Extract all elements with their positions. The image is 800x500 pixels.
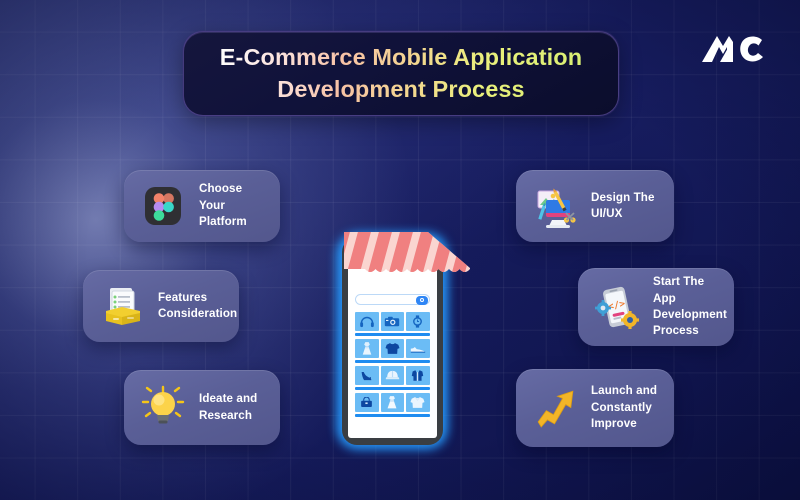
- polo-shirt-icon[interactable]: [406, 393, 430, 412]
- jacket-icon[interactable]: [406, 366, 430, 385]
- step-card-label: Features Consideration: [158, 290, 238, 320]
- tshirt-icon[interactable]: [380, 339, 405, 358]
- step-card-features-consideration[interactable]: Features Consideration: [83, 270, 239, 342]
- step-card-ideate-and-research[interactable]: Ideate and Research: [124, 370, 280, 445]
- product-row: [355, 393, 430, 412]
- row-divider: [355, 414, 430, 417]
- shoe-icon[interactable]: [406, 339, 430, 358]
- product-row: [355, 312, 430, 331]
- row-divider: [355, 387, 430, 390]
- step-card-label: Choose Your Platform: [199, 182, 247, 229]
- step-card-label: Launch and Constantly Improve: [591, 384, 658, 431]
- ecommerce-app-mockup: [333, 232, 470, 450]
- design-monitor-icon: [529, 180, 581, 232]
- search-icon[interactable]: [416, 296, 428, 305]
- step-card-start-the-app-development[interactable]: </> Start The App Development Process: [578, 268, 734, 346]
- mc-brand-logo: [700, 32, 766, 66]
- watch-icon[interactable]: [406, 312, 430, 331]
- row-divider: [355, 360, 430, 363]
- gown-icon[interactable]: [380, 393, 405, 412]
- infographic-canvas: E-Commerce Mobile Application Developmen…: [0, 0, 800, 500]
- page-title: E-Commerce Mobile Application Developmen…: [220, 42, 582, 105]
- product-row: [355, 339, 430, 358]
- high-heel-icon[interactable]: [355, 366, 379, 385]
- dress-icon[interactable]: [355, 339, 379, 358]
- growth-arrow-icon: [529, 382, 581, 434]
- product-row: [355, 366, 430, 385]
- step-card-label: Design The UI/UX: [591, 190, 655, 220]
- step-card-design-the-ui-ux[interactable]: Design The UI/UX: [516, 170, 674, 242]
- lightbulb-icon: [137, 382, 189, 434]
- step-card-label: Ideate and Research: [199, 392, 258, 422]
- step-card-label: Start The App Development Process: [653, 275, 727, 338]
- documents-box-icon: [96, 280, 148, 332]
- cap-icon[interactable]: [380, 366, 405, 385]
- figma-logo-icon: [137, 180, 189, 232]
- step-card-choose-your-platform[interactable]: Choose Your Platform: [124, 170, 280, 242]
- search-input[interactable]: [355, 294, 430, 305]
- camera-icon[interactable]: [380, 312, 405, 331]
- phone-code-gear-icon: </>: [591, 281, 643, 333]
- headphones-icon[interactable]: [355, 312, 379, 331]
- handbag-icon[interactable]: [355, 393, 379, 412]
- shop-awning-stripes: [344, 228, 470, 276]
- page-title-box: E-Commerce Mobile Application Developmen…: [183, 31, 619, 116]
- row-divider: [355, 333, 430, 336]
- step-card-launch-and-improve[interactable]: Launch and Constantly Improve: [516, 369, 674, 447]
